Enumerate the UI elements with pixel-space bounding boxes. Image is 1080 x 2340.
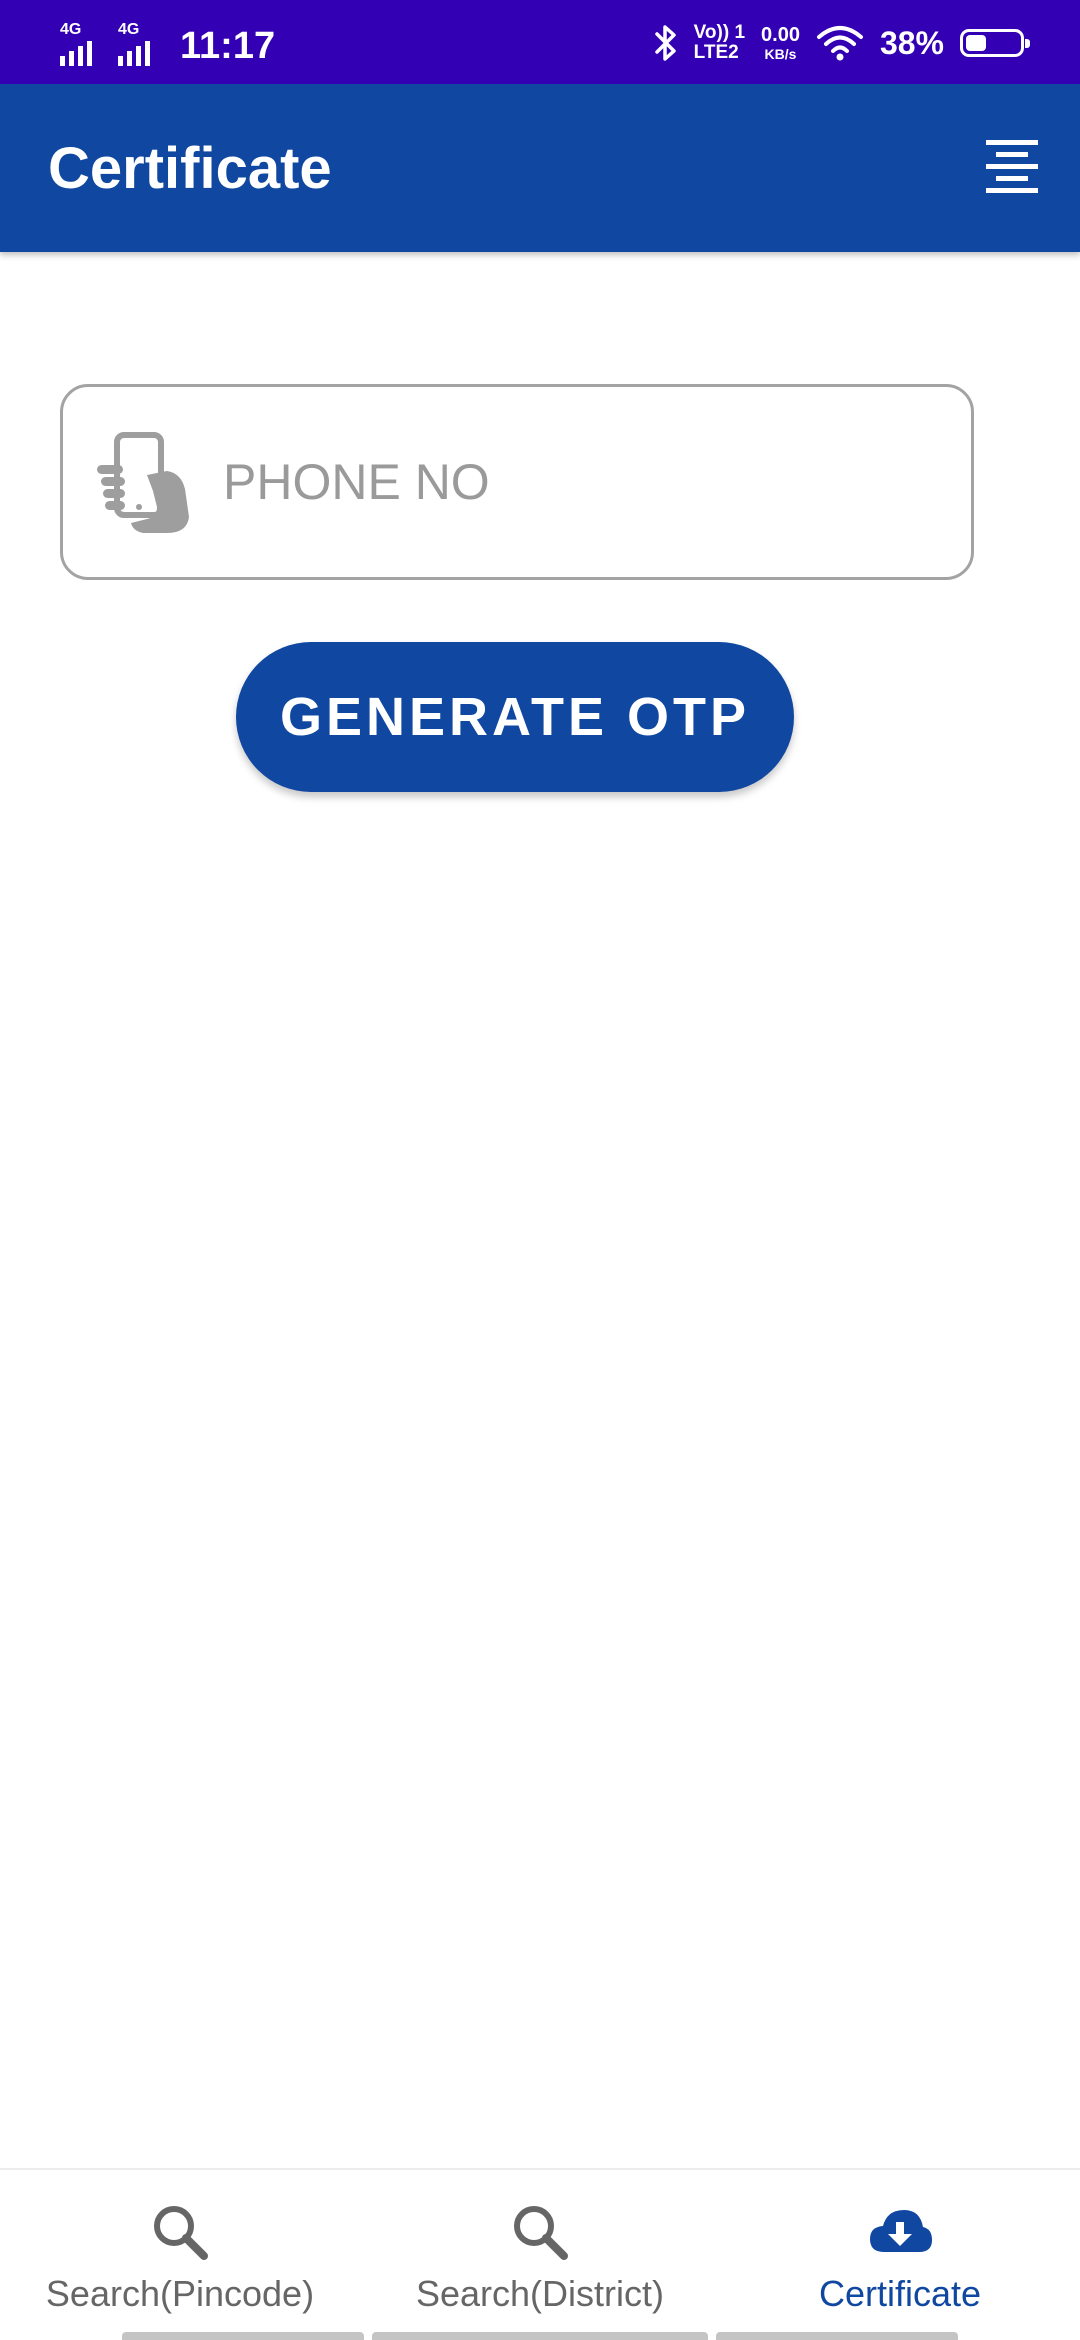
status-bar: 4G 4G 11:17 Vo)) 1 LTE2 0.00 KB/s 38% xyxy=(0,0,1080,84)
battery-fill xyxy=(966,35,986,51)
search-icon xyxy=(514,2206,568,2260)
sim2-network-type: 4G xyxy=(118,21,140,38)
phone-in-hand-icon xyxy=(97,432,189,533)
network-speed-unit: KB/s xyxy=(764,46,797,62)
cloud-download-icon xyxy=(870,2210,932,2252)
app-bar: Certificate xyxy=(0,84,1080,252)
bottom-navigation: Search(Pincode) Search(District) Certifi… xyxy=(0,2168,1080,2340)
status-left-group: 4G 4G 11:17 xyxy=(58,18,275,68)
nav-label-search-district: Search(District) xyxy=(415,2273,665,2314)
bluetooth-icon xyxy=(654,25,676,61)
certificate-screen: 4G 4G 11:17 Vo)) 1 LTE2 0.00 KB/s 38% Ce… xyxy=(0,0,1080,2340)
generate-otp-button[interactable]: GENERATE OTP xyxy=(236,642,794,792)
battery-percent: 38% xyxy=(879,24,944,61)
menu-icon[interactable] xyxy=(982,138,1042,198)
phone-field[interactable] xyxy=(60,384,974,580)
wifi-icon xyxy=(816,26,863,61)
nav-item-search-pincode[interactable]: Search(Pincode) xyxy=(0,2170,360,2340)
volte-line-1: Vo)) 1 xyxy=(693,22,746,43)
nav-item-certificate[interactable]: Certificate xyxy=(720,2170,1080,2340)
network-speed-value: 0.00 xyxy=(761,24,800,46)
phone-number-input[interactable] xyxy=(223,427,943,537)
sim2-signal-icon: 4G xyxy=(116,22,168,68)
search-icon xyxy=(154,2206,208,2260)
gesture-bar-segment xyxy=(122,2332,364,2340)
nav-label-search-pincode: Search(Pincode) xyxy=(45,2273,315,2314)
sim1-network-type: 4G xyxy=(60,21,82,38)
sim1-signal-icon: 4G xyxy=(58,22,110,68)
page-title: Certificate xyxy=(48,136,332,201)
nav-label-certificate: Certificate xyxy=(818,2273,982,2314)
battery-icon xyxy=(960,29,1030,57)
gesture-bar-segment xyxy=(716,2332,958,2340)
volte-line-2: LTE2 xyxy=(693,42,739,63)
nav-item-search-district[interactable]: Search(District) xyxy=(360,2170,720,2340)
volte-indicator: Vo)) 1 LTE2 xyxy=(694,23,745,63)
status-right-group: Vo)) 1 LTE2 0.00 KB/s 38% xyxy=(654,18,1030,68)
network-speed: 0.00 KB/s xyxy=(761,24,800,62)
gesture-bar-segment xyxy=(372,2332,708,2340)
status-time: 11:17 xyxy=(180,25,276,67)
